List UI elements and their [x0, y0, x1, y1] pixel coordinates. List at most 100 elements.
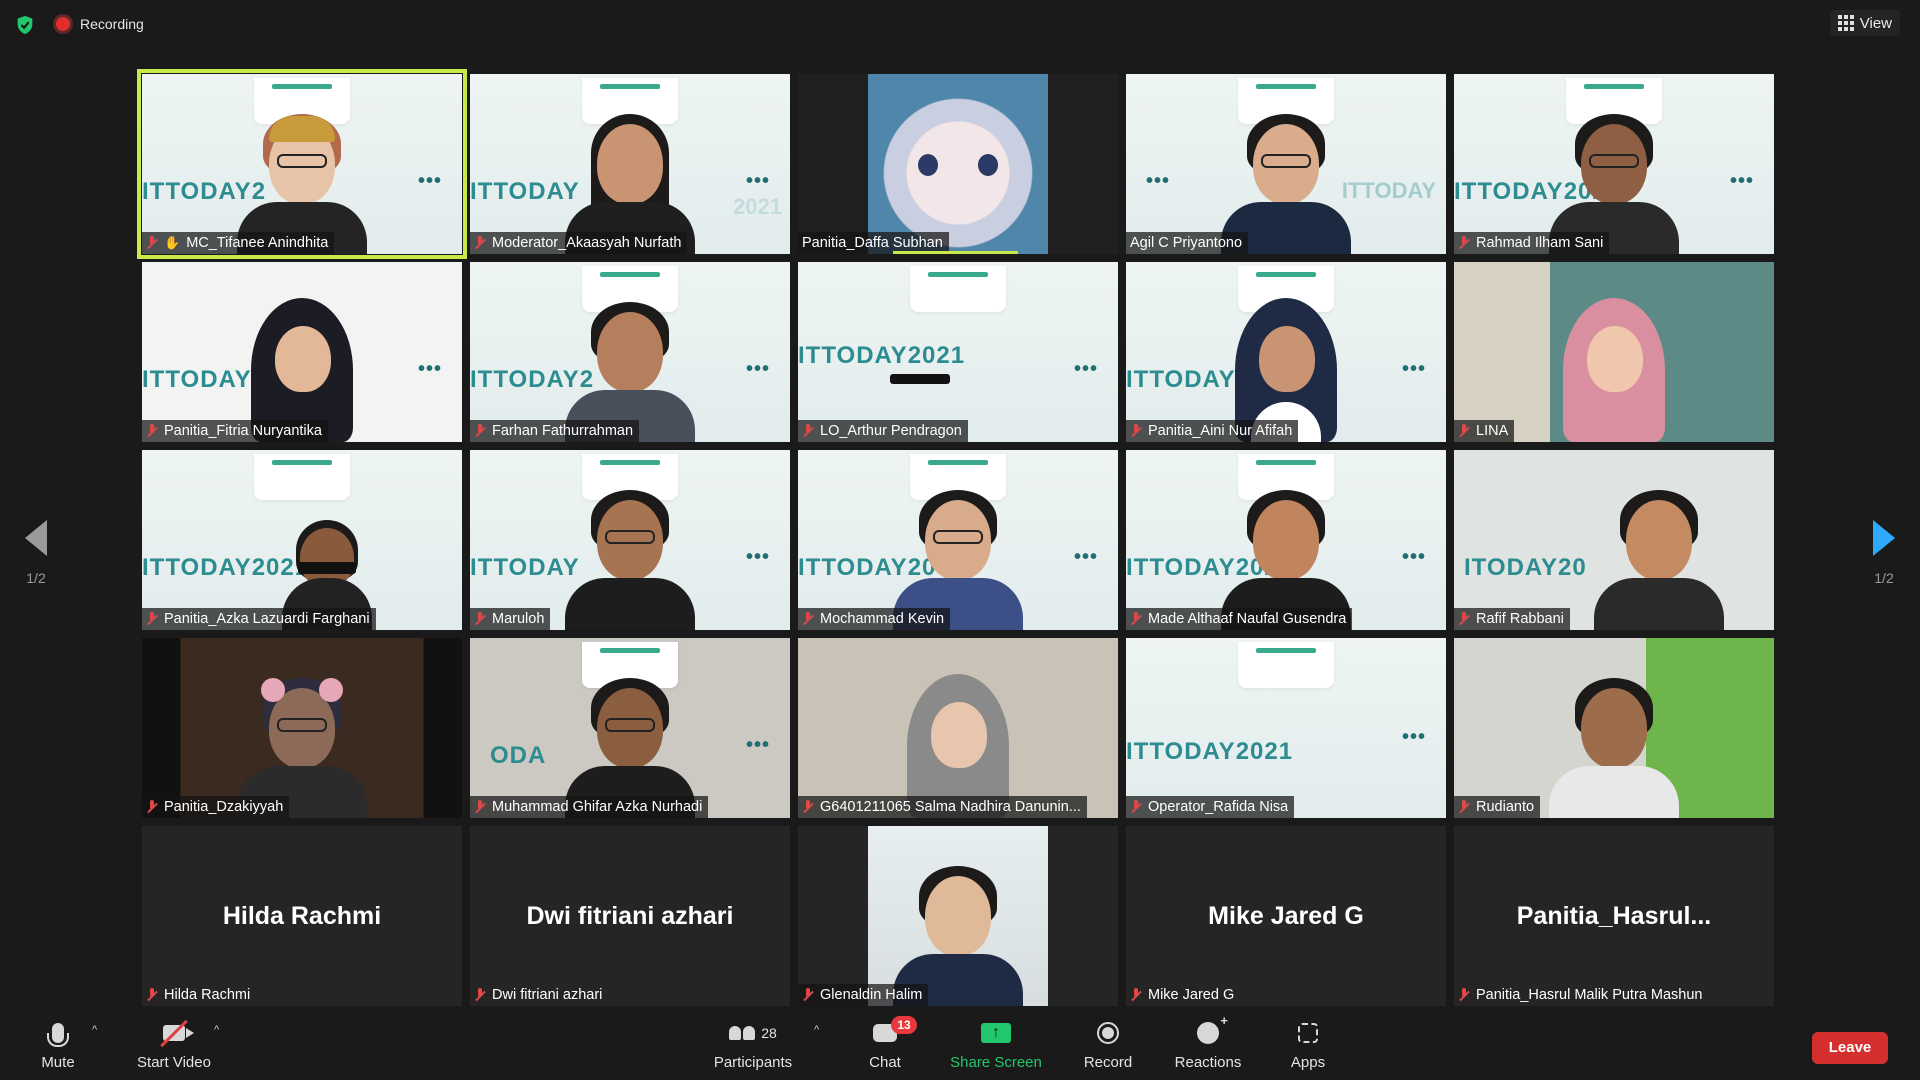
tile-more-options-icon[interactable]: •••	[746, 170, 770, 193]
participant-name: Operator_Rafida Nisa	[1148, 799, 1289, 815]
share-screen-button[interactable]: Share Screen	[950, 1018, 1042, 1071]
video-tile[interactable]: Dwi fitriani azhari Dwi fitriani azhari	[470, 826, 790, 1006]
participant-name-tag: Muhammad Ghifar Azka Nurhadi	[470, 796, 709, 818]
tile-more-options-icon[interactable]: •••	[1402, 726, 1426, 749]
video-tile[interactable]: LINA	[1454, 262, 1774, 442]
participants-count: 28	[761, 1025, 777, 1041]
participants-options-chevron-icon[interactable]: ^	[814, 1024, 819, 1036]
audio-options-chevron-icon[interactable]: ^	[92, 1024, 97, 1036]
start-video-button[interactable]: Start Video	[132, 1018, 216, 1071]
participant-name: Moderator_Akaasyah Nurfath	[492, 235, 682, 251]
participant-name-tag: Panitia_Azka Lazuardi Farghani	[142, 608, 376, 630]
chat-button[interactable]: 13 Chat	[860, 1016, 917, 1071]
video-tile[interactable]: ITTODAY2021 ••• Operator_Rafida Nisa	[1126, 638, 1446, 818]
video-tile[interactable]: ITTODAY ••• Panitia_Fitria Nuryantika	[142, 262, 462, 442]
arrow-left-icon	[25, 520, 47, 556]
next-page-button[interactable]: 1/2	[1854, 520, 1914, 586]
participant-display-name: Mike Jared G	[1208, 902, 1364, 930]
participant-name: Panitia_Aini Nur Afifah	[1148, 423, 1293, 439]
participant-video	[565, 480, 695, 630]
tile-more-options-icon[interactable]: •••	[418, 358, 442, 381]
reactions-label: Reactions	[1174, 1054, 1242, 1071]
video-tile[interactable]: Panitia_Daffa Subhan	[798, 74, 1118, 254]
video-tile[interactable]: ITTODAY202 ••• Made Althaaf Naufal Gusen…	[1126, 450, 1446, 630]
video-tile[interactable]: ITTODAY20 ••• Panitia_Aini Nur Afifah	[1126, 262, 1446, 442]
tile-more-options-icon[interactable]: •••	[746, 546, 770, 569]
video-tile[interactable]: ITTODAY2 ••• ✋ MC_Tifanee Anindhita	[137, 69, 467, 259]
participant-name-tag: ✋ MC_Tifanee Anindhita	[142, 232, 335, 254]
participant-name: Farhan Fathurrahman	[492, 423, 634, 439]
participant-name-tag: LINA	[1454, 420, 1515, 442]
participant-name: LO_Arthur Pendragon	[820, 423, 962, 439]
video-tile[interactable]: Mike Jared G Mike Jared G	[1126, 826, 1446, 1006]
participant-name-tag: Moderator_Akaasyah Nurfath	[470, 232, 688, 254]
muted-mic-icon	[802, 988, 814, 1002]
recording-indicator[interactable]: Recording	[56, 16, 144, 32]
participant-name-tag: G6401211065 Salma Nadhira Danunin...	[798, 796, 1087, 818]
participant-name-tag: Panitia_Hasrul Malik Putra Mashun	[1454, 984, 1708, 1006]
view-button[interactable]: View	[1829, 10, 1900, 36]
video-tile[interactable]: G6401211065 Salma Nadhira Danunin...	[798, 638, 1118, 818]
video-tile[interactable]: ITTODAY ••• Agil C Priyantono	[1126, 74, 1446, 254]
video-tile[interactable]: Hilda Rachmi Hilda Rachmi	[142, 826, 462, 1006]
video-tile[interactable]: ITTODAY20 ••• Mochammad Kevin	[798, 450, 1118, 630]
participants-button[interactable]: 28 Participants	[712, 1018, 794, 1071]
tile-more-options-icon[interactable]: •••	[1146, 170, 1170, 193]
security-shield-icon[interactable]	[14, 14, 36, 36]
tile-more-options-icon[interactable]: •••	[1730, 170, 1754, 193]
participant-name-tag: Farhan Fathurrahman	[470, 420, 640, 442]
muted-mic-icon	[146, 424, 158, 438]
video-tile[interactable]: ITTODAY2021 Panitia_Azka Lazuardi Fargha…	[142, 450, 462, 630]
participants-icon	[729, 1026, 756, 1040]
reactions-button[interactable]: Reactions	[1174, 1013, 1242, 1071]
video-tile[interactable]: ITTODAY 2021 ••• Moderator_Akaasyah Nurf…	[470, 74, 790, 254]
participant-display-name: Panitia_Hasrul...	[1516, 902, 1712, 930]
brand-banner-text: ITODAY20	[1464, 554, 1587, 581]
muted-mic-icon	[1130, 424, 1142, 438]
participant-name: Panitia_Dzakiyyah	[164, 799, 284, 815]
video-tile[interactable]: Panitia_Hasrul... Panitia_Hasrul Malik P…	[1454, 826, 1774, 1006]
video-tile[interactable]: Panitia_Dzakiyyah	[142, 638, 462, 818]
apps-button[interactable]: Apps	[1288, 1018, 1328, 1071]
video-options-chevron-icon[interactable]: ^	[214, 1024, 219, 1036]
participant-display-name: Dwi fitriani azhari	[526, 902, 734, 930]
participant-name: LINA	[1476, 423, 1509, 439]
tile-more-options-icon[interactable]: •••	[746, 358, 770, 381]
video-tile[interactable]: Glenaldin Halim	[798, 826, 1118, 1006]
recording-label: Recording	[80, 16, 144, 32]
chat-icon: 13	[873, 1016, 917, 1042]
participant-name-tag: Rahmad Ilham Sani	[1454, 232, 1610, 254]
muted-mic-icon	[474, 988, 486, 1002]
tile-more-options-icon[interactable]: •••	[1074, 546, 1098, 569]
video-tile[interactable]: ITTODAY ••• Maruloh	[470, 450, 790, 630]
previous-page-button[interactable]: 1/2	[6, 520, 66, 586]
apps-icon	[1298, 1023, 1318, 1043]
video-tile[interactable]: ODA ••• Muhammad Ghifar Azka Nurhadi	[470, 638, 790, 818]
tile-more-options-icon[interactable]: •••	[418, 170, 442, 193]
muted-mic-icon	[802, 612, 814, 626]
video-gallery: ITTODAY2 ••• ✋ MC_Tifanee Anindhita ITTO…	[137, 69, 1774, 1006]
page-indicator-left: 1/2	[26, 570, 46, 586]
participant-name-tag: Operator_Rafida Nisa	[1126, 796, 1295, 818]
participant-name: Rafif Rabbani	[1476, 611, 1564, 627]
video-tile[interactable]: Rudianto	[1454, 638, 1774, 818]
muted-mic-icon	[1130, 612, 1142, 626]
participant-name: G6401211065 Salma Nadhira Danunin...	[820, 799, 1081, 815]
video-tile[interactable]: ITTODAY2021 ••• LO_Arthur Pendragon	[798, 262, 1118, 442]
participant-name-tag: Agil C Priyantono	[1126, 232, 1249, 254]
video-tile[interactable]: ITTODAY2 ••• Farhan Fathurrahman	[470, 262, 790, 442]
muted-mic-icon	[1130, 800, 1142, 814]
video-tile[interactable]: ITTODAY202 ••• Rahmad Ilham Sani	[1454, 74, 1774, 254]
tile-more-options-icon[interactable]: •••	[1402, 358, 1426, 381]
tile-more-options-icon[interactable]: •••	[746, 734, 770, 757]
leave-button[interactable]: Leave	[1812, 1032, 1888, 1064]
share-screen-icon	[981, 1023, 1011, 1043]
reactions-emoji-icon	[1197, 1013, 1228, 1044]
record-button[interactable]: Record	[1082, 1018, 1134, 1071]
participant-name: Mochammad Kevin	[820, 611, 945, 627]
mute-button[interactable]: Mute	[36, 1018, 80, 1071]
tile-more-options-icon[interactable]: •••	[1074, 358, 1098, 381]
video-tile[interactable]: ITODAY20 Rafif Rabbani	[1454, 450, 1774, 630]
tile-more-options-icon[interactable]: •••	[1402, 546, 1426, 569]
brand-banner-text: ODA	[490, 742, 547, 769]
